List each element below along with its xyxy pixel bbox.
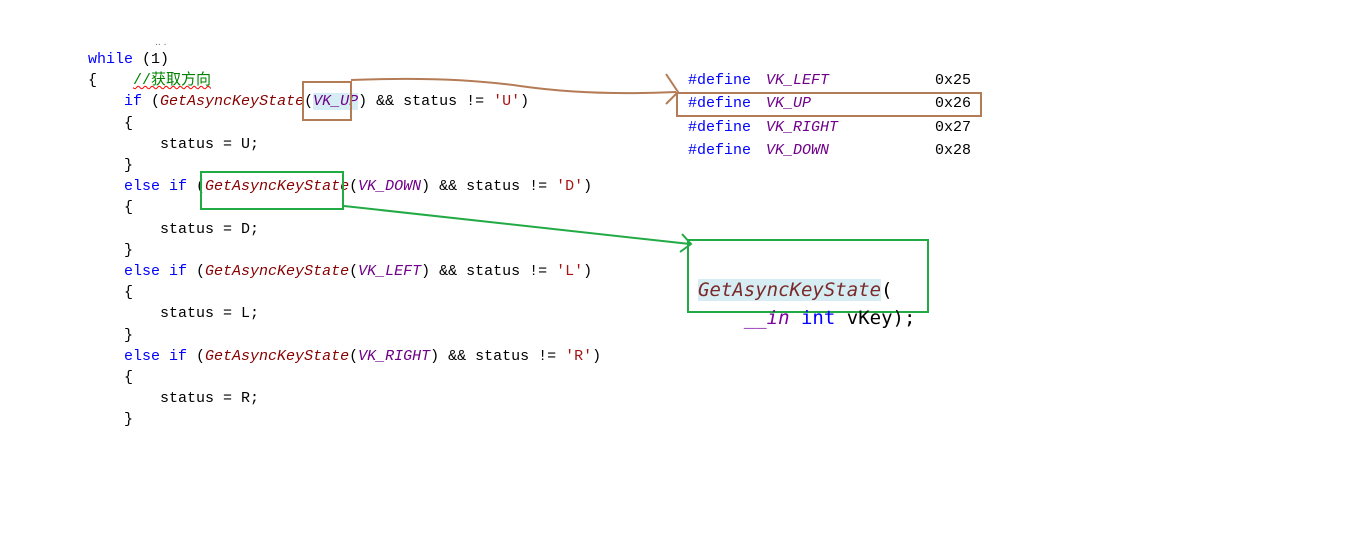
brown-arrow-head	[665, 73, 680, 105]
annotation-arrows	[343, 73, 693, 253]
brown-arrow-line	[350, 77, 677, 95]
green-arrow-line	[343, 205, 691, 245]
